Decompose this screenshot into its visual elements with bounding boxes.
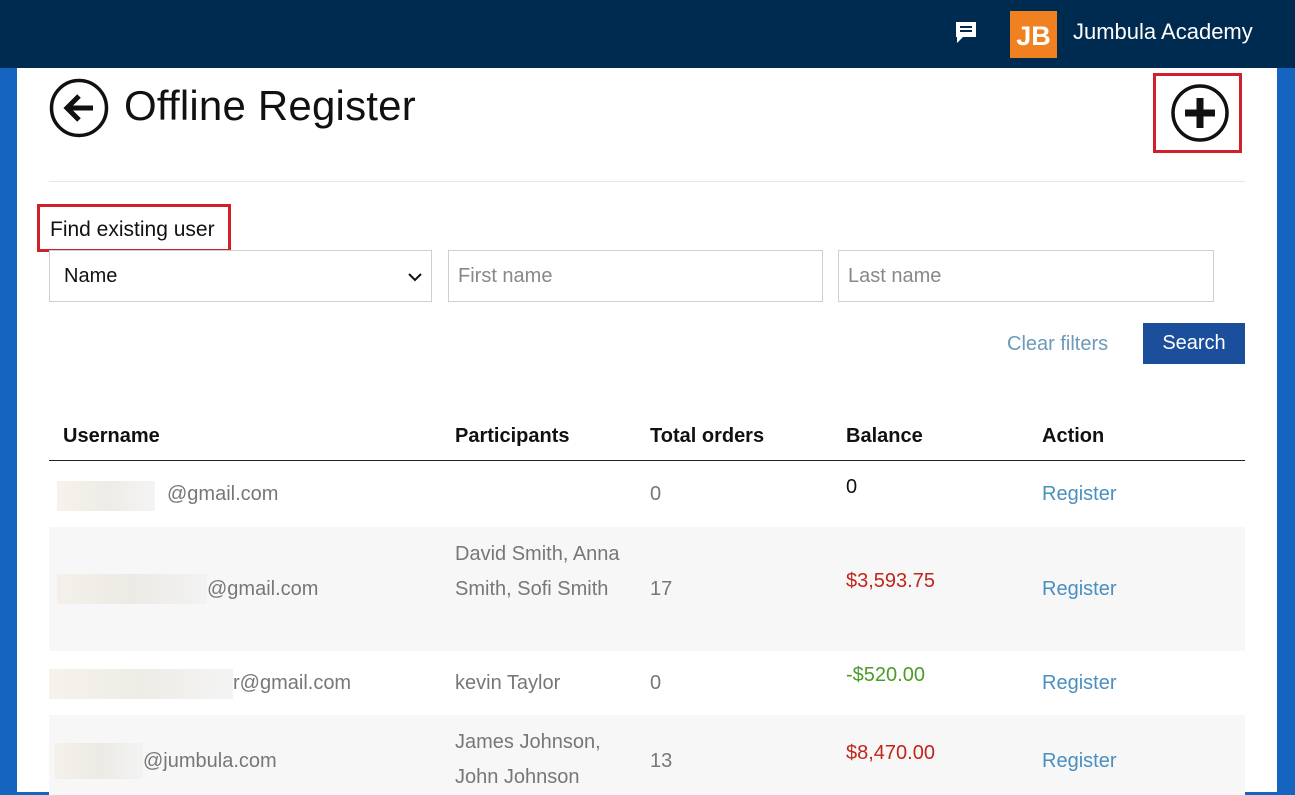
total-orders-cell: 17 <box>650 578 673 600</box>
academy-name[interactable]: Jumbula Academy <box>1073 19 1253 45</box>
add-button-highlight <box>1153 73 1242 153</box>
last-name-input[interactable] <box>839 251 1213 301</box>
plus-circle-icon[interactable] <box>1171 84 1229 142</box>
chat-icon[interactable] <box>952 18 980 48</box>
register-link[interactable]: Register <box>1042 483 1116 506</box>
balance-cell: -$520.00 <box>846 664 925 686</box>
search-button[interactable]: Search <box>1143 323 1245 364</box>
table-row: @jumbula.com James Johnson, John Johnson… <box>49 715 1245 795</box>
username-cell: @jumbula.com <box>143 750 277 772</box>
table-row: r@gmail.com kevin Taylor 0 -$520.00 Regi… <box>49 651 1245 715</box>
search-by-select[interactable]: Name <box>49 250 432 302</box>
username-cell: @gmail.com <box>207 578 319 600</box>
column-header-total-orders: Total orders <box>650 425 765 447</box>
redacted-username <box>49 669 233 699</box>
find-user-highlight: Find existing user <box>37 204 231 252</box>
username-cell: @gmail.com <box>167 483 279 505</box>
top-bar: JB Jumbula Academy <box>0 0 1295 68</box>
column-header-action: Action <box>1042 425 1105 447</box>
register-link[interactable]: Register <box>1042 672 1116 695</box>
total-orders-cell: 0 <box>650 483 662 505</box>
participants-cell: James Johnson, John Johnson <box>455 731 601 788</box>
balance-cell: 0 <box>846 476 858 498</box>
last-name-field <box>838 250 1214 302</box>
search-by-value: Name <box>64 265 118 287</box>
register-link[interactable]: Register <box>1042 578 1116 601</box>
column-header-participants: Participants <box>455 425 570 447</box>
find-user-label: Find existing user <box>50 218 215 241</box>
redacted-username <box>57 481 155 511</box>
table-row: @gmail.com David Smith, Anna Smith, Sofi… <box>49 527 1245 651</box>
clear-filters-link[interactable]: Clear filters <box>1007 333 1108 356</box>
column-header-balance: Balance <box>846 425 923 447</box>
table-row: @gmail.com 0 0 Register <box>49 461 1245 527</box>
logo-text: JB <box>1016 21 1051 51</box>
participants-cell: David Smith, Anna Smith, Sofi Smith <box>455 543 620 600</box>
redacted-username <box>57 574 207 604</box>
participants-cell: kevin Taylor <box>455 672 561 694</box>
total-orders-cell: 13 <box>650 750 673 772</box>
chevron-down-icon <box>408 273 422 282</box>
main-panel: Offline Register Find existing user Name… <box>17 68 1277 795</box>
balance-cell: $8,470.00 <box>846 742 935 764</box>
academy-logo[interactable]: JB <box>1010 11 1057 58</box>
first-name-input[interactable] <box>449 251 822 301</box>
redacted-username <box>55 743 143 779</box>
total-orders-cell: 0 <box>650 672 662 694</box>
balance-cell: $3,593.75 <box>846 570 935 592</box>
first-name-field <box>448 250 823 302</box>
register-link[interactable]: Register <box>1042 750 1116 773</box>
header-divider <box>49 181 1245 182</box>
page-title: Offline Register <box>124 82 416 129</box>
username-cell: r@gmail.com <box>233 672 352 694</box>
column-header-username: Username <box>63 425 160 447</box>
back-arrow-icon[interactable] <box>49 78 109 138</box>
